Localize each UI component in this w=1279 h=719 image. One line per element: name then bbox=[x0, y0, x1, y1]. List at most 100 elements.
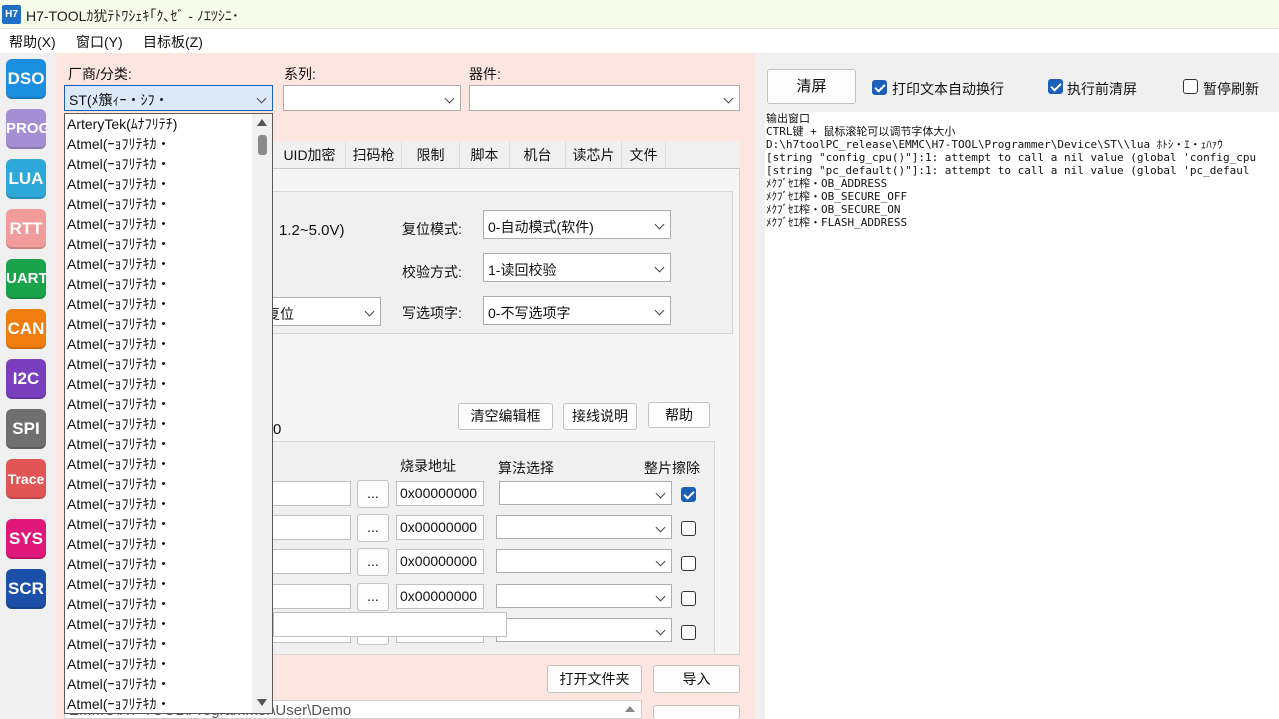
browse-button[interactable]: ... bbox=[357, 583, 389, 611]
clear-screen-button[interactable]: 清屏 bbox=[767, 69, 856, 104]
sidebar-dso-button[interactable]: DSO bbox=[6, 59, 46, 99]
chevron-down-icon bbox=[364, 306, 375, 317]
project-name-field[interactable] bbox=[273, 612, 507, 637]
tab-script[interactable]: 脚本 bbox=[460, 141, 510, 169]
menu-help[interactable]: 帮助(X) bbox=[9, 32, 56, 52]
sidebar-can-button[interactable]: CAN bbox=[6, 309, 46, 349]
sidebar-scr-button[interactable]: SCR bbox=[6, 569, 46, 609]
dropdown-item[interactable]: Atmel(ｰｮﾌﾘﾃｷｶ・ bbox=[67, 414, 170, 434]
algorithm-select[interactable] bbox=[496, 549, 672, 573]
dropdown-item[interactable]: Atmel(ｰｮﾌﾘﾃｷｶ・ bbox=[67, 554, 170, 574]
sidebar-prog-button[interactable]: PROG bbox=[6, 109, 46, 149]
clear-before-run-checkbox[interactable] bbox=[1048, 79, 1063, 94]
tab-machine[interactable]: 机台 bbox=[510, 141, 566, 169]
dropdown-item[interactable]: Atmel(ｰｮﾌﾘﾃｷｶ・ bbox=[67, 194, 170, 214]
address-field[interactable]: 0x00000000 bbox=[396, 481, 484, 506]
help-button[interactable]: 帮助 bbox=[648, 402, 710, 428]
dropdown-item[interactable]: Atmel(ｰｮﾌﾘﾃｷｶ・ bbox=[67, 534, 170, 554]
dropdown-item[interactable]: Atmel(ｰｮﾌﾘﾃｷｶ・ bbox=[67, 614, 170, 634]
scroll-down-icon[interactable] bbox=[257, 699, 267, 706]
browse-button[interactable]: ... bbox=[357, 548, 389, 576]
dropdown-item[interactable]: Atmel(ｰｮﾌﾘﾃｷｶ・ bbox=[67, 254, 170, 274]
algorithm-select[interactable] bbox=[496, 515, 672, 539]
vendor-dropdown-list[interactable]: ArteryTek(ﾑﾅﾌﾘﾃﾁ) Atmel(ｰｮﾌﾘﾃｷｶ・ Atmel(ｰｮﾌ… bbox=[64, 113, 273, 714]
sidebar-trace-button[interactable]: Trace bbox=[6, 459, 46, 499]
reset-type-select[interactable]: 复位 bbox=[261, 297, 381, 326]
address-header: 烧录地址 bbox=[400, 458, 456, 474]
output-line: 输出窗口 bbox=[766, 112, 810, 125]
extra-button[interactable] bbox=[653, 705, 740, 719]
dropdown-scrollbar[interactable] bbox=[252, 114, 272, 713]
wiring-guide-button[interactable]: 接线说明 bbox=[563, 403, 637, 430]
erase-checkbox[interactable] bbox=[681, 521, 696, 536]
series-select[interactable] bbox=[283, 85, 461, 111]
dropdown-item[interactable]: Atmel(ｰｮﾌﾘﾃｷｶ・ bbox=[67, 514, 170, 534]
option-bytes-value: 0-不写选项字 bbox=[488, 305, 571, 321]
dropdown-item[interactable]: Atmel(ｰｮﾌﾘﾃｷｶ・ bbox=[67, 654, 170, 674]
scroll-up-icon[interactable] bbox=[625, 706, 635, 712]
dropdown-item[interactable]: ArteryTek(ﾑﾅﾌﾘﾃﾁ) bbox=[67, 114, 177, 134]
algorithm-select[interactable] bbox=[499, 481, 672, 505]
dropdown-item[interactable]: Atmel(ｰｮﾌﾘﾃｷｶ・ bbox=[67, 214, 170, 234]
menu-target-board[interactable]: 目标板(Z) bbox=[143, 32, 203, 52]
sidebar-lua-button[interactable]: LUA bbox=[6, 159, 46, 199]
sidebar-rtt-button[interactable]: RTT bbox=[6, 209, 46, 249]
tab-uid-encrypt[interactable]: UID加密 bbox=[274, 141, 346, 169]
scroll-up-icon[interactable] bbox=[257, 119, 267, 126]
dropdown-item[interactable]: Atmel(ｰｮﾌﾘﾃｷｶ・ bbox=[67, 494, 170, 514]
clear-editor-button[interactable]: 清空编辑框 bbox=[458, 403, 553, 430]
dropdown-item[interactable]: Atmel(ｰｮﾌﾘﾃｷｶ・ bbox=[67, 394, 170, 414]
erase-checkbox[interactable] bbox=[681, 487, 696, 502]
output-panel: 清屏 打印文本自动换行 执行前清屏 暂停刷新 输出窗口 CTRL键 + 鼠标滚轮可… bbox=[755, 53, 1279, 719]
dropdown-item[interactable]: Atmel(ｰｮﾌﾘﾃｷｶ・ bbox=[67, 134, 170, 154]
sidebar-sys-button[interactable]: SYS bbox=[6, 519, 46, 559]
dropdown-item[interactable]: Atmel(ｰｮﾌﾘﾃｷｶ・ bbox=[67, 694, 170, 713]
reset-mode-select[interactable]: 0-自动模式(软件) bbox=[483, 210, 671, 239]
dropdown-item[interactable]: Atmel(ｰｮﾌﾘﾃｷｶ・ bbox=[67, 174, 170, 194]
sidebar-i2c-button[interactable]: I2C bbox=[6, 359, 46, 399]
dropdown-item[interactable]: Atmel(ｰｮﾌﾘﾃｷｶ・ bbox=[67, 154, 170, 174]
device-select[interactable] bbox=[469, 85, 740, 111]
tab-read-chip[interactable]: 读芯片 bbox=[566, 141, 622, 169]
tab-limit[interactable]: 限制 bbox=[402, 141, 460, 169]
verify-select[interactable]: 1-读回校验 bbox=[483, 253, 671, 282]
address-field[interactable]: 0x00000000 bbox=[396, 515, 484, 540]
tab-file[interactable]: 文件 bbox=[622, 141, 666, 169]
dropdown-item[interactable]: Atmel(ｰｮﾌﾘﾃｷｶ・ bbox=[67, 314, 170, 334]
browse-button[interactable]: ... bbox=[357, 514, 389, 542]
sidebar-spi-button[interactable]: SPI bbox=[6, 409, 46, 449]
algorithm-select[interactable] bbox=[496, 618, 672, 642]
dropdown-item[interactable]: Atmel(ｰｮﾌﾘﾃｷｶ・ bbox=[67, 234, 170, 254]
dropdown-item[interactable]: Atmel(ｰｮﾌﾘﾃｷｶ・ bbox=[67, 354, 170, 374]
erase-checkbox[interactable] bbox=[681, 625, 696, 640]
address-field[interactable]: 0x00000000 bbox=[396, 549, 484, 574]
dropdown-item[interactable]: Atmel(ｰｮﾌﾘﾃｷｶ・ bbox=[67, 454, 170, 474]
sidebar-uart-button[interactable]: UART bbox=[6, 259, 46, 299]
option-bytes-select[interactable]: 0-不写选项字 bbox=[483, 296, 671, 325]
import-button[interactable]: 导入 bbox=[653, 665, 740, 693]
erase-checkbox[interactable] bbox=[681, 556, 696, 571]
dropdown-item[interactable]: Atmel(ｰｮﾌﾘﾃｷｶ・ bbox=[67, 474, 170, 494]
algorithm-select[interactable] bbox=[496, 584, 672, 608]
auto-wrap-checkbox[interactable] bbox=[872, 80, 887, 95]
tab-scanner[interactable]: 扫码枪 bbox=[346, 141, 402, 169]
dropdown-item[interactable]: Atmel(ｰｮﾌﾘﾃｷｶ・ bbox=[67, 294, 170, 314]
dropdown-item[interactable]: Atmel(ｰｮﾌﾘﾃｷｶ・ bbox=[67, 674, 170, 694]
dropdown-item[interactable]: Atmel(ｰｮﾌﾘﾃｷｶ・ bbox=[67, 594, 170, 614]
chevron-down-icon bbox=[655, 556, 666, 567]
dropdown-item[interactable]: Atmel(ｰｮﾌﾘﾃｷｶ・ bbox=[67, 634, 170, 654]
browse-button[interactable]: ... bbox=[357, 480, 389, 508]
dropdown-item[interactable]: Atmel(ｰｮﾌﾘﾃｷｶ・ bbox=[67, 274, 170, 294]
erase-checkbox[interactable] bbox=[681, 591, 696, 606]
pause-refresh-checkbox[interactable] bbox=[1183, 79, 1198, 94]
vendor-select[interactable]: ST(ﾒ籏ｨｰ・ｼﾌ・ bbox=[64, 85, 273, 111]
open-folder-button[interactable]: 打开文件夹 bbox=[547, 665, 642, 693]
dropdown-item[interactable]: Atmel(ｰｮﾌﾘﾃｷｶ・ bbox=[67, 574, 170, 594]
address-field[interactable]: 0x00000000 bbox=[396, 584, 484, 609]
scroll-thumb[interactable] bbox=[258, 135, 267, 155]
output-log[interactable]: 输出窗口 CTRL键 + 鼠标滚轮可以调节字体大小 D:\h7toolPC_rele… bbox=[765, 112, 1279, 719]
dropdown-item[interactable]: Atmel(ｰｮﾌﾘﾃｷｶ・ bbox=[67, 334, 170, 354]
dropdown-item[interactable]: Atmel(ｰｮﾌﾘﾃｷｶ・ bbox=[67, 374, 170, 394]
dropdown-item[interactable]: Atmel(ｰｮﾌﾘﾃｷｶ・ bbox=[67, 434, 170, 454]
menu-window[interactable]: 窗口(Y) bbox=[76, 32, 123, 52]
